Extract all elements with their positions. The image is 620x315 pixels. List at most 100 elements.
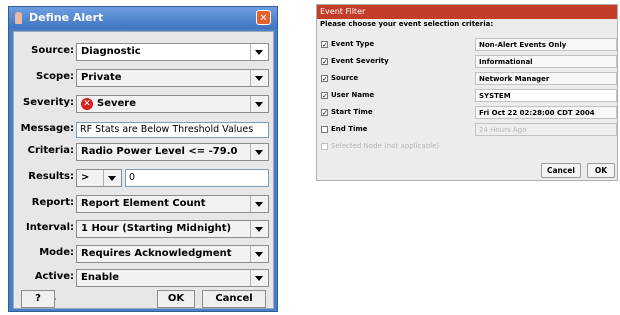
interval-select[interactable]: 1 Hour (Starting Midnight) [76, 220, 269, 238]
event-type-checkbox[interactable]: ✓ [321, 41, 328, 49]
message-value: RF Stats are Below Threshold Values [80, 124, 254, 135]
chevron-down-icon[interactable] [250, 96, 268, 112]
active-value: Enable [81, 272, 120, 283]
event-type-value: Non-Alert Events Only [479, 41, 567, 49]
scope-select[interactable]: Private [76, 69, 269, 87]
filter-row-event-type: ✓ Event Type Non-Alert Events Only [317, 37, 617, 53]
filter-row-user-name: ✓ User Name SYSTEM [317, 88, 617, 104]
chevron-down-icon[interactable] [250, 70, 268, 86]
user-name-value: SYSTEM [479, 92, 511, 100]
scope-row: Scope: Private [14, 68, 275, 88]
message-field[interactable]: RF Stats are Below Threshold Values [76, 122, 269, 138]
filter-ok-button[interactable]: OK [587, 163, 615, 178]
event-filter-titlebar[interactable]: Event Filter [317, 5, 617, 19]
active-row: Active: Enable [14, 268, 275, 288]
results-value: 0 [129, 172, 136, 183]
event-severity-value: Informational [479, 58, 533, 66]
chevron-down-icon[interactable] [250, 196, 268, 212]
define-alert-titlebar[interactable]: Define Alert ✕ [9, 7, 277, 29]
chevron-down-icon[interactable] [250, 144, 268, 160]
user-name-label: User Name [331, 91, 375, 99]
help-button[interactable]: ? [21, 290, 55, 308]
event-severity-label: Event Severity [331, 57, 389, 65]
source-select[interactable]: Diagnostic [76, 43, 269, 61]
filter-row-source: ✓ Source Network Manager [317, 71, 617, 87]
event-severity-select[interactable]: Informational [475, 55, 617, 68]
criteria-value: Radio Power Level <= -79.0 [81, 146, 238, 157]
chevron-down-icon[interactable] [250, 221, 268, 237]
severity-value: Severe [97, 98, 136, 109]
report-label: Report: [31, 197, 74, 208]
define-alert-form: Source: Diagnostic Scope: Private Severi… [13, 31, 274, 309]
severity-select[interactable]: ✕ Severe [76, 95, 269, 113]
mode-value: Requires Acknowledgment [81, 248, 232, 259]
results-field[interactable]: 0 [125, 169, 269, 187]
end-time-select: 24 Hours Ago [475, 123, 617, 136]
active-label: Active: [34, 271, 74, 282]
source-checkbox[interactable]: ✓ [321, 75, 328, 83]
chevron-down-icon[interactable] [250, 44, 268, 60]
user-name-field[interactable]: SYSTEM [475, 89, 617, 102]
event-filter-prompt: Please choose your event selection crite… [320, 20, 494, 28]
event-filter-title: Event Filter [320, 7, 366, 16]
mode-row: Mode: Requires Acknowledgment [14, 244, 275, 264]
close-icon[interactable]: ✕ [256, 10, 271, 25]
severity-row: Severity: ✕ Severe [14, 94, 275, 114]
end-time-value: 24 Hours Ago [479, 126, 527, 134]
scope-label: Scope: [36, 71, 74, 82]
chevron-down-icon[interactable] [250, 246, 268, 262]
start-time-value: Fri Oct 22 02:28:00 CDT 2004 [479, 109, 595, 117]
report-row: Report: Report Element Count [14, 194, 275, 214]
selected-node-label: Selected Node (not applicable) [331, 142, 440, 150]
filter-row-end-time: End Time 24 Hours Ago [317, 122, 617, 138]
filter-cancel-button[interactable]: Cancel [541, 163, 581, 178]
interval-row: Interval: 1 Hour (Starting Midnight) [14, 219, 275, 239]
mode-label: Mode: [39, 247, 74, 258]
source-label: Source: [31, 45, 74, 56]
criteria-label: Criteria: [27, 145, 74, 156]
chevron-down-icon[interactable] [103, 170, 121, 186]
filter-source-label: Source [331, 74, 359, 82]
results-operator-value: > [81, 172, 90, 183]
filter-row-event-severity: ✓ Event Severity Informational [317, 54, 617, 70]
selected-node-checkbox [321, 143, 328, 150]
user-name-checkbox[interactable]: ✓ [321, 92, 328, 100]
results-label: Results: [28, 171, 74, 182]
source-value: Diagnostic [81, 46, 141, 57]
interval-value: 1 Hour (Starting Midnight) [81, 223, 232, 234]
criteria-select[interactable]: Radio Power Level <= -79.0 [76, 143, 269, 161]
event-type-label: Event Type [331, 40, 375, 48]
define-alert-title: Define Alert [29, 11, 104, 24]
ok-button[interactable]: OK [157, 290, 195, 308]
results-row: Results: > 0 [14, 168, 275, 188]
chevron-down-icon[interactable] [250, 270, 268, 286]
filter-source-value: Network Manager [479, 75, 550, 83]
report-select[interactable]: Report Element Count [76, 195, 269, 213]
cancel-button[interactable]: Cancel [202, 290, 266, 308]
source-row: Source: Diagnostic [14, 42, 275, 62]
results-operator-select[interactable]: > [76, 169, 122, 187]
end-time-checkbox[interactable] [321, 126, 328, 133]
filter-row-start-time: ✓ Start Time Fri Oct 22 02:28:00 CDT 200… [317, 105, 617, 121]
start-time-label: Start Time [331, 108, 373, 116]
filter-source-select[interactable]: Network Manager [475, 72, 617, 85]
end-time-label: End Time [331, 125, 368, 133]
criteria-row: Criteria: Radio Power Level <= -79.0 [14, 142, 275, 162]
start-time-checkbox[interactable]: ✓ [321, 109, 328, 117]
event-severity-checkbox[interactable]: ✓ [321, 58, 328, 66]
severe-icon: ✕ [81, 98, 93, 110]
start-time-select[interactable]: Fri Oct 22 02:28:00 CDT 2004 [475, 106, 617, 119]
report-value: Report Element Count [81, 198, 206, 209]
event-type-select[interactable]: Non-Alert Events Only [475, 38, 617, 51]
filter-row-selected-node: Selected Node (not applicable) [317, 139, 617, 155]
define-alert-dialog: Define Alert ✕ Source: Diagnostic Scope:… [8, 6, 278, 312]
scope-value: Private [81, 72, 122, 83]
message-label: Message: [20, 123, 74, 134]
active-select[interactable]: Enable [76, 269, 269, 287]
mode-select[interactable]: Requires Acknowledgment [76, 245, 269, 263]
app-icon [15, 12, 22, 24]
message-row: Message: RF Stats are Below Threshold Va… [14, 120, 275, 140]
event-filter-dialog: Event Filter Please choose your event se… [316, 4, 618, 181]
severity-label: Severity: [23, 97, 74, 108]
interval-label: Interval: [25, 222, 74, 233]
